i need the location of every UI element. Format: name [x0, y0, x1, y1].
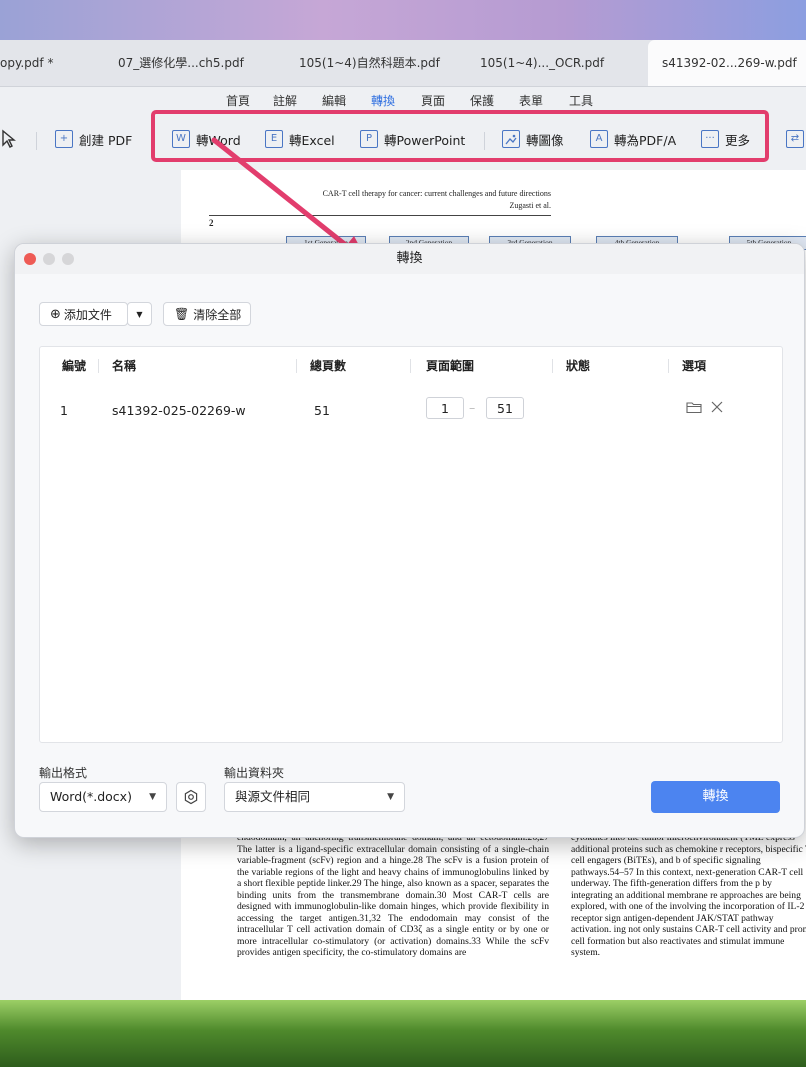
column-divider: [668, 359, 669, 373]
close-icon: [711, 401, 723, 413]
tab-s41392-pdf[interactable]: s41392-02...269-w.pdf: [648, 40, 806, 86]
open-folder-button[interactable]: [686, 400, 702, 417]
toolbar-highlight-box: [151, 110, 769, 162]
menu-forms[interactable]: 表單: [519, 92, 543, 109]
menu-annotate[interactable]: 註解: [273, 92, 297, 109]
text-column-right: cytokines into the tumor microenvironmen…: [571, 832, 806, 1000]
close-window-button[interactable]: [24, 253, 36, 265]
tab-chemistry-pdf[interactable]: 07_選修化學...ch5.pdf: [118, 40, 244, 86]
page-header: CAR-T cell therapy for cancer: current c…: [251, 188, 551, 212]
menu-protect[interactable]: 保護: [470, 92, 494, 109]
output-folder-label: 輸出資料夾: [224, 766, 285, 780]
menu-tools[interactable]: 工具: [569, 92, 593, 109]
output-folder-value: 與源文件相同: [235, 789, 311, 804]
right-column-text: cytokines into the tumor microenvironmen…: [571, 832, 806, 958]
column-header-range: 頁面範圍: [426, 359, 475, 373]
menu-page[interactable]: 頁面: [421, 92, 445, 109]
tab-science-exam-pdf[interactable]: 105(1~4)自然科題本.pdf: [299, 40, 440, 86]
text-column-left: endodomain, an anchoring transmembrane d…: [237, 832, 549, 1000]
chevron-down-icon: ▼: [149, 792, 156, 802]
row-index: 1: [60, 403, 68, 418]
add-file-dropdown[interactable]: ▼: [127, 302, 152, 326]
clear-all-button[interactable]: 🗑 清除全部: [163, 302, 251, 326]
column-header-status: 狀態: [566, 359, 591, 373]
header-rule: [209, 215, 551, 216]
cursor-icon: [2, 129, 16, 148]
page-header-title: CAR-T cell therapy for cancer: current c…: [322, 189, 551, 198]
format-settings-button[interactable]: [176, 782, 206, 812]
menu-edit[interactable]: 編輯: [322, 92, 346, 109]
create-pdf-button[interactable]: + 創建 PDF: [55, 128, 132, 150]
convert-dialog: 轉換 ⊕ 添加文件 ▼ 🗑 清除全部 編號 名稱 總頁數 頁面範圍 狀態 選項 …: [14, 243, 805, 838]
column-divider: [98, 359, 99, 373]
clear-all-label: 清除全部: [193, 307, 242, 322]
add-file-label: 添加文件: [63, 307, 112, 322]
tab-bar: opy.pdf * 07_選修化學...ch5.pdf 105(1~4)自然科題…: [0, 40, 806, 87]
tab-copy-pdf[interactable]: opy.pdf *: [0, 40, 53, 86]
chevron-down-icon: ▼: [136, 309, 143, 319]
output-folder-select[interactable]: 與源文件相同 ▼: [224, 782, 405, 812]
convert-button[interactable]: 轉換: [651, 781, 780, 813]
output-format-select[interactable]: Word(*.docx) ▼: [39, 782, 167, 812]
toolbar-divider: [36, 132, 37, 150]
page-number: 2: [209, 218, 214, 228]
compare-button[interactable]: ⇄: [786, 128, 804, 150]
folder-icon: [686, 402, 702, 414]
tab-ocr-pdf[interactable]: 105(1~4)..._OCR.pdf: [480, 40, 604, 86]
column-header-name: 名稱: [112, 359, 137, 373]
create-pdf-label: 創建 PDF: [79, 132, 133, 148]
trash-icon: 🗑: [174, 307, 190, 321]
output-format-label: 輸出格式: [39, 766, 88, 780]
row-file-name: s41392-025-02269-w: [112, 403, 246, 418]
select-tool-button[interactable]: [0, 128, 18, 150]
dialog-title: 轉換: [396, 251, 423, 266]
range-to-input[interactable]: 51: [486, 397, 524, 419]
column-divider: [552, 359, 553, 373]
gear-icon: [184, 789, 198, 805]
zoom-window-button[interactable]: [62, 253, 74, 265]
output-format-value: Word(*.docx): [50, 789, 132, 804]
range-separator: –: [469, 400, 476, 415]
compare-icon: ⇄: [786, 130, 804, 148]
column-header-pages: 總頁數: [310, 359, 347, 373]
dialog-title-bar: 轉換: [15, 244, 804, 274]
range-from-input[interactable]: 1: [426, 397, 464, 419]
row-total-pages: 51: [314, 403, 330, 418]
add-file-button[interactable]: ⊕ 添加文件: [39, 302, 128, 326]
left-column-text: endodomain, an anchoring transmembrane d…: [237, 832, 549, 958]
column-header-options: 選項: [682, 359, 707, 373]
column-divider: [410, 359, 411, 373]
create-pdf-icon: +: [55, 130, 73, 148]
menu-convert[interactable]: 轉換: [371, 92, 395, 109]
desktop-wallpaper-bottom: [0, 1000, 806, 1067]
menu-home[interactable]: 首頁: [226, 92, 250, 109]
add-circle-icon: ⊕: [50, 306, 61, 322]
file-table: 編號 名稱 總頁數 頁面範圍 狀態 選項 1 s41392-025-02269-…: [39, 346, 783, 743]
desktop-wallpaper-top: [0, 0, 806, 40]
page-header-authors: Zugasti et al.: [509, 201, 551, 210]
minimize-window-button[interactable]: [43, 253, 55, 265]
chevron-down-icon: ▼: [387, 792, 394, 802]
column-header-index: 編號: [62, 359, 87, 373]
remove-row-button[interactable]: [710, 400, 724, 417]
column-divider: [296, 359, 297, 373]
